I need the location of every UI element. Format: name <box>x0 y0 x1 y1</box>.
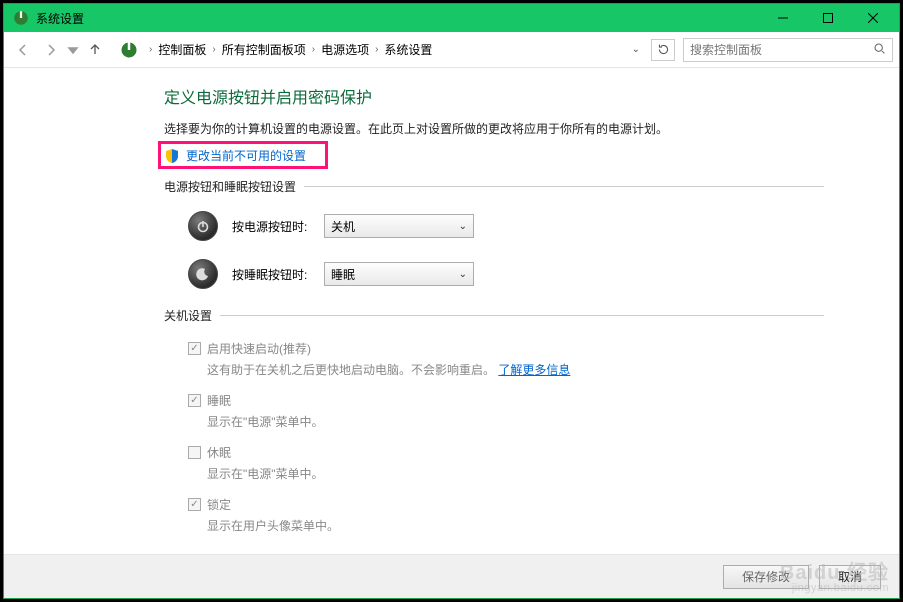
power-button-select[interactable]: 关机 ⌄ <box>324 214 474 238</box>
titlebar: 系统设置 <box>4 4 899 32</box>
breadcrumb[interactable]: › 控制面板 › 所有控制面板项 › 电源选项 › 系统设置 ⌄ <box>110 38 649 62</box>
window-title: 系统设置 <box>36 10 84 27</box>
sleep-icon <box>188 259 218 289</box>
refresh-button[interactable] <box>651 39 675 61</box>
power-button-row: 按电源按钮时: 关机 ⌄ <box>188 211 824 241</box>
chevron-right-icon: › <box>149 44 152 55</box>
option-subtitle: 显示在"电源"菜单中。 <box>207 413 324 430</box>
section-label-buttons: 电源按钮和睡眠按钮设置 <box>164 178 824 195</box>
close-button[interactable] <box>850 4 895 32</box>
change-unavailable-settings-link[interactable]: 更改当前不可用的设置 <box>186 147 306 164</box>
page-description: 选择要为你的计算机设置的电源设置。在此页上对设置所做的更改将应用于你所有的电源计… <box>164 120 824 137</box>
option-subtitle: 显示在"电源"菜单中。 <box>207 465 324 482</box>
learn-more-link[interactable]: 了解更多信息 <box>498 363 570 377</box>
search-icon <box>873 42 886 58</box>
option-title: 睡眠 <box>207 392 324 409</box>
navbar: › 控制面板 › 所有控制面板项 › 电源选项 › 系统设置 ⌄ 搜索控制面板 <box>4 32 899 68</box>
back-button[interactable] <box>10 37 36 63</box>
content-area: 定义电源按钮并启用密码保护 选择要为你的计算机设置的电源设置。在此页上对设置所做… <box>4 68 899 554</box>
shield-icon <box>164 148 180 164</box>
app-icon <box>12 9 30 27</box>
footer: 保存修改 取消 <box>4 554 899 598</box>
option-title: 休眠 <box>207 444 324 461</box>
option-subtitle: 这有助于在关机之后更快地启动电脑。不会影响重启。 了解更多信息 <box>207 361 570 378</box>
option-title: 锁定 <box>207 496 339 513</box>
window: 系统设置 › 控制面板 › 所有控制面板项 › 电源选项 › <box>3 3 900 599</box>
search-input[interactable]: 搜索控制面板 <box>683 38 893 62</box>
checkbox-fast-startup <box>188 342 201 355</box>
power-icon <box>188 211 218 241</box>
sleep-button-select[interactable]: 睡眠 ⌄ <box>324 262 474 286</box>
maximize-button[interactable] <box>805 4 850 32</box>
breadcrumb-item[interactable]: 控制面板 <box>158 41 206 58</box>
option-subtitle: 显示在用户头像菜单中。 <box>207 517 339 534</box>
page-heading: 定义电源按钮并启用密码保护 <box>164 84 824 108</box>
chevron-down-icon[interactable]: ⌄ <box>632 44 640 55</box>
section-label-shutdown: 关机设置 <box>164 307 824 324</box>
checkbox-sleep <box>188 394 201 407</box>
power-button-label: 按电源按钮时: <box>232 218 310 235</box>
option-title: 启用快速启动(推荐) <box>207 340 570 357</box>
sleep-button-row: 按睡眠按钮时: 睡眠 ⌄ <box>188 259 824 289</box>
breadcrumb-item[interactable]: 所有控制面板项 <box>222 41 306 58</box>
option-lock: 锁定 显示在用户头像菜单中。 <box>188 496 824 544</box>
checkbox-hibernate <box>188 446 201 459</box>
chevron-down-icon: ⌄ <box>459 269 467 280</box>
option-hibernate: 休眠 显示在"电源"菜单中。 <box>188 444 824 492</box>
option-fast-startup: 启用快速启动(推荐) 这有助于在关机之后更快地启动电脑。不会影响重启。 了解更多… <box>188 340 824 388</box>
breadcrumb-item[interactable]: 系统设置 <box>384 41 432 58</box>
minimize-button[interactable] <box>760 4 805 32</box>
breadcrumb-icon <box>119 40 139 60</box>
chevron-down-icon: ⌄ <box>459 221 467 232</box>
cancel-button[interactable]: 取消 <box>819 565 881 589</box>
chevron-right-icon: › <box>312 44 315 55</box>
recent-dropdown[interactable] <box>66 37 80 63</box>
search-placeholder: 搜索控制面板 <box>690 41 873 58</box>
up-button[interactable] <box>82 37 108 63</box>
chevron-right-icon: › <box>375 44 378 55</box>
forward-button[interactable] <box>38 37 64 63</box>
chevron-right-icon: › <box>212 44 215 55</box>
checkbox-lock <box>188 498 201 511</box>
sleep-button-label: 按睡眠按钮时: <box>232 266 310 283</box>
option-sleep: 睡眠 显示在"电源"菜单中。 <box>188 392 824 440</box>
save-button: 保存修改 <box>723 565 809 589</box>
breadcrumb-item[interactable]: 电源选项 <box>321 41 369 58</box>
